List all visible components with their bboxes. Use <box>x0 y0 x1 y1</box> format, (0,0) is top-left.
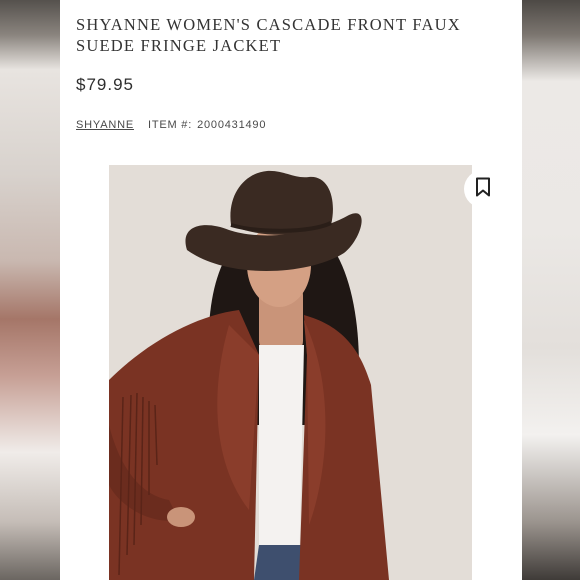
product-image[interactable] <box>109 165 472 580</box>
product-photo-illustration <box>109 165 472 580</box>
product-card: SHYANNE WOMEN'S CASCADE FRONT FAUX SUEDE… <box>60 0 522 580</box>
bookmark-button[interactable] <box>464 170 502 208</box>
product-meta: SHYANNE ITEM #: 2000431490 <box>76 119 266 131</box>
item-number-label: ITEM #: <box>147 119 193 131</box>
product-title: SHYANNE WOMEN'S CASCADE FRONT FAUX SUEDE… <box>76 15 461 55</box>
item-number-value: 2000431490 <box>197 119 267 131</box>
item-number-group: ITEM #: 2000431490 <box>148 119 266 131</box>
background-left-blur <box>0 0 60 580</box>
brand-link[interactable]: SHYANNE <box>76 119 134 131</box>
bookmark-icon <box>475 177 491 202</box>
background-right-blur <box>522 0 580 580</box>
product-price: $79.95 <box>76 75 134 94</box>
